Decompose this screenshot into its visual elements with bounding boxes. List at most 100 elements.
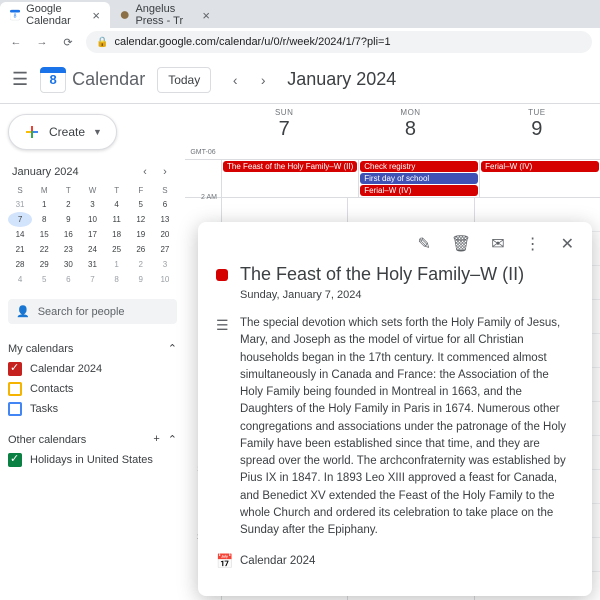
mini-day[interactable]: 30: [56, 257, 80, 272]
edit-icon[interactable]: ✎: [417, 234, 430, 254]
mini-day[interactable]: 9: [129, 272, 153, 287]
mini-prev-icon[interactable]: ‹: [137, 166, 153, 178]
browser-tab[interactable]: Angelus Press - Tr ×: [110, 2, 220, 28]
app-name: Calendar: [72, 69, 145, 90]
mini-day[interactable]: 1: [32, 197, 56, 212]
allday-cell[interactable]: The Feast of the Holy Family–W (II): [221, 160, 358, 197]
mini-day[interactable]: 16: [56, 227, 80, 242]
mini-day[interactable]: 9: [56, 212, 80, 227]
mini-day[interactable]: 25: [105, 242, 129, 257]
calendar-item[interactable]: Calendar 2024: [8, 359, 177, 379]
day-header[interactable]: MON8: [347, 104, 473, 159]
event-chip[interactable]: First day of school: [360, 173, 478, 184]
email-icon[interactable]: ✉: [491, 234, 504, 254]
mini-day[interactable]: 10: [80, 212, 104, 227]
day-header[interactable]: SUN7: [221, 104, 347, 159]
checkbox[interactable]: [8, 362, 22, 376]
mini-day[interactable]: 2: [129, 257, 153, 272]
prev-week-icon[interactable]: ‹: [223, 68, 247, 92]
mini-day[interactable]: 31: [80, 257, 104, 272]
mini-day[interactable]: 8: [105, 272, 129, 287]
mini-day[interactable]: 8: [32, 212, 56, 227]
add-calendar-icon[interactable]: +: [153, 433, 159, 446]
mini-day[interactable]: 10: [153, 272, 177, 287]
back-icon[interactable]: ←: [8, 34, 24, 50]
chevron-up-icon: ⌃: [168, 342, 177, 355]
mini-day[interactable]: 6: [56, 272, 80, 287]
app-logo[interactable]: 8 Calendar: [40, 67, 145, 93]
mini-day[interactable]: 5: [32, 272, 56, 287]
allday-cell[interactable]: Ferial–W (IV): [479, 160, 600, 197]
event-chip[interactable]: Ferial–W (IV): [481, 161, 599, 172]
mini-day[interactable]: 3: [153, 257, 177, 272]
today-button[interactable]: Today: [157, 67, 211, 93]
mini-dow: W: [80, 184, 104, 197]
my-calendars-toggle[interactable]: My calendars ⌃: [8, 338, 177, 359]
calendar-item[interactable]: Contacts: [8, 379, 177, 399]
allday-cell[interactable]: Check registryFirst day of schoolFerial–…: [358, 160, 479, 197]
mini-calendar: January 2024 ‹ › SMTWTFS3112345678910111…: [8, 166, 177, 287]
calendar-item[interactable]: Holidays in United States: [8, 450, 177, 470]
mini-day[interactable]: 12: [129, 212, 153, 227]
delete-icon[interactable]: 🗑: [451, 234, 471, 254]
more-options-icon[interactable]: ⋮: [525, 234, 541, 254]
allday-row: The Feast of the Holy Family–W (II)Check…: [185, 160, 600, 198]
calendar-label: Calendar 2024: [30, 363, 102, 375]
popover-actions: ✎ 🗑 ✉ ⋮ ✕: [216, 234, 574, 254]
mini-day[interactable]: 24: [80, 242, 104, 257]
event-date: Sunday, January 7, 2024: [240, 289, 574, 301]
mini-day[interactable]: 17: [80, 227, 104, 242]
mini-day[interactable]: 31: [8, 197, 32, 212]
mini-day[interactable]: 19: [129, 227, 153, 242]
mini-day[interactable]: 18: [105, 227, 129, 242]
mini-day[interactable]: 28: [8, 257, 32, 272]
mini-day[interactable]: 21: [8, 242, 32, 257]
close-tab-icon[interactable]: ×: [202, 8, 210, 23]
checkbox[interactable]: [8, 382, 22, 396]
mini-day[interactable]: 4: [8, 272, 32, 287]
url-input[interactable]: 🔒 calendar.google.com/calendar/u/0/r/wee…: [86, 31, 592, 53]
close-icon[interactable]: ✕: [561, 234, 574, 254]
other-calendars-toggle[interactable]: Other calendars + ⌃: [8, 429, 177, 450]
next-week-icon[interactable]: ›: [251, 68, 275, 92]
hamburger-icon[interactable]: ☰: [12, 69, 28, 90]
mini-day[interactable]: 15: [32, 227, 56, 242]
day-header[interactable]: TUE9: [474, 104, 600, 159]
calendar-item[interactable]: Tasks: [8, 399, 177, 419]
mini-day[interactable]: 1: [105, 257, 129, 272]
mini-day[interactable]: 27: [153, 242, 177, 257]
mini-day[interactable]: 3: [80, 197, 104, 212]
search-people-input[interactable]: 👤 Search for people: [8, 299, 177, 324]
reload-icon[interactable]: ⟳: [60, 34, 76, 50]
event-chip[interactable]: The Feast of the Holy Family–W (II): [223, 161, 357, 172]
event-title: The Feast of the Holy Family–W (II): [240, 264, 524, 285]
mini-day[interactable]: 13: [153, 212, 177, 227]
app-header: ☰ 8 Calendar Today ‹ › January 2024: [0, 56, 600, 104]
checkbox[interactable]: [8, 402, 22, 416]
mini-day[interactable]: 2: [56, 197, 80, 212]
mini-day[interactable]: 20: [153, 227, 177, 242]
mini-day[interactable]: 22: [32, 242, 56, 257]
mini-day[interactable]: 11: [105, 212, 129, 227]
mini-day[interactable]: 14: [8, 227, 32, 242]
description-icon: ☰: [216, 317, 228, 539]
mini-day[interactable]: 5: [129, 197, 153, 212]
event-chip[interactable]: Check registry: [360, 161, 478, 172]
mini-dow: F: [129, 184, 153, 197]
mini-day[interactable]: 7: [8, 212, 32, 227]
mini-day[interactable]: 4: [105, 197, 129, 212]
create-button[interactable]: Create ▼: [8, 114, 117, 150]
close-tab-icon[interactable]: ×: [92, 8, 100, 23]
mini-day[interactable]: 23: [56, 242, 80, 257]
mini-day[interactable]: 29: [32, 257, 56, 272]
calendar-logo-icon: 8: [40, 67, 66, 93]
mini-day[interactable]: 26: [129, 242, 153, 257]
forward-icon[interactable]: →: [34, 34, 50, 50]
day-headers: GMT-06 SUN7MON8TUE9: [185, 104, 600, 160]
mini-day[interactable]: 7: [80, 272, 104, 287]
mini-next-icon[interactable]: ›: [157, 166, 173, 178]
checkbox[interactable]: [8, 453, 22, 467]
browser-tab[interactable]: 8 Google Calendar ×: [0, 2, 110, 28]
event-chip[interactable]: Ferial–W (IV): [360, 185, 478, 196]
mini-day[interactable]: 6: [153, 197, 177, 212]
